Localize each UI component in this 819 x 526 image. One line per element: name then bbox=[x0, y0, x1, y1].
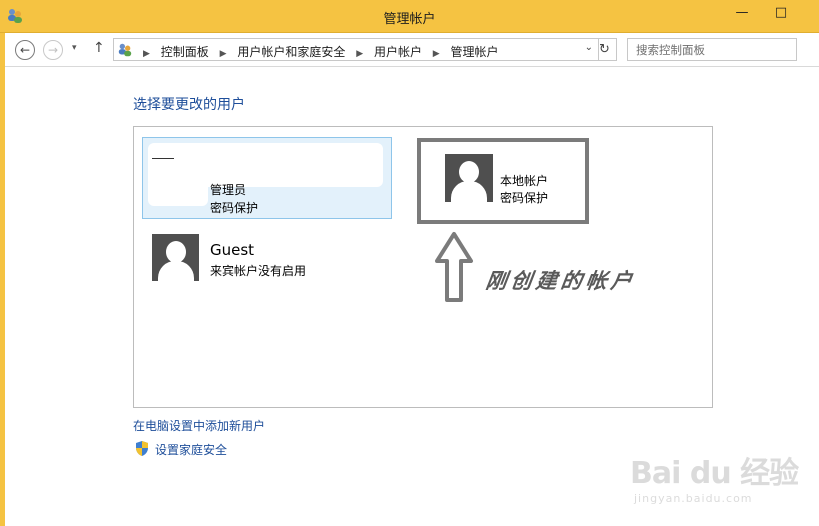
watermark-logo-text: Bai du 经验 bbox=[630, 456, 799, 491]
account-password-status: 密码保护 bbox=[210, 201, 259, 215]
recent-locations-button[interactable]: ▾ bbox=[72, 43, 77, 53]
annotation-text: 刚创建的帐户 bbox=[484, 268, 638, 293]
annotation-arrow-up-icon bbox=[435, 232, 473, 302]
watermark-url: jingyan.baidu.com bbox=[634, 492, 753, 505]
name-fragment bbox=[152, 158, 174, 159]
refresh-button[interactable]: ↻ bbox=[593, 38, 617, 61]
navigation-bar: ← → ▾ ↑ ▶ 控制面板 ▶ 用户帐户和家庭安全 ▶ 用户帐户 ▶ 管理帐户… bbox=[5, 33, 819, 67]
account-type: 本地帐户 bbox=[500, 174, 549, 188]
maximize-button[interactable]: □ bbox=[768, 2, 794, 24]
minimize-button[interactable]: — bbox=[729, 2, 755, 24]
account-password-status: 密码保护 bbox=[500, 191, 549, 205]
account-role: 管理员 bbox=[210, 183, 247, 197]
search-box[interactable] bbox=[627, 38, 797, 61]
address-dropdown-button[interactable]: ⌄ bbox=[585, 42, 593, 53]
accounts-panel: 管理员 密码保护 Guest 来宾帐户没有启用 本地帐户 密码保护 刚创建的帐户 bbox=[133, 126, 713, 408]
up-button[interactable]: ↑ bbox=[93, 40, 105, 56]
forward-button[interactable]: → bbox=[43, 40, 63, 60]
family-safety-link[interactable]: 设置家庭安全 bbox=[155, 441, 227, 458]
account-status: 来宾帐户没有启用 bbox=[210, 264, 307, 278]
breadcrumb-separator[interactable]: ▶ bbox=[143, 49, 150, 59]
account-tile-guest[interactable]: Guest 来宾帐户没有启用 bbox=[152, 234, 352, 284]
account-name: Guest bbox=[210, 241, 255, 259]
search-input[interactable] bbox=[628, 39, 796, 60]
uac-shield-icon bbox=[136, 441, 148, 456]
account-tile-administrator[interactable]: 管理员 密码保护 bbox=[142, 137, 392, 219]
window-frame-left bbox=[0, 33, 5, 526]
account-tile-local[interactable]: 本地帐户 密码保护 bbox=[417, 138, 589, 224]
user-silhouette-icon bbox=[152, 234, 199, 281]
user-silhouette-icon bbox=[445, 154, 493, 202]
back-button[interactable]: ← bbox=[15, 40, 35, 60]
window-title: 管理帐户 bbox=[383, 12, 436, 27]
users-control-panel-icon bbox=[118, 43, 132, 57]
breadcrumb-separator[interactable]: ▶ bbox=[356, 49, 363, 59]
breadcrumb-user-accounts[interactable]: 用户帐户 bbox=[374, 43, 422, 60]
breadcrumb-manage-accounts[interactable]: 管理帐户 bbox=[451, 43, 499, 60]
redacted-avatar-area bbox=[148, 178, 208, 206]
breadcrumb-separator[interactable]: ▶ bbox=[220, 49, 227, 59]
baidu-watermark: Bai du 经验 jingyan.baidu.com bbox=[630, 448, 800, 518]
page-heading: 选择要更改的用户 bbox=[133, 97, 245, 113]
breadcrumb-separator[interactable]: ▶ bbox=[433, 49, 440, 59]
breadcrumb-user-accounts-family-safety[interactable]: 用户帐户和家庭安全 bbox=[237, 43, 345, 60]
breadcrumb-control-panel[interactable]: 控制面板 bbox=[161, 43, 209, 60]
breadcrumb: ▶ 控制面板 ▶ 用户帐户和家庭安全 ▶ 用户帐户 ▶ 管理帐户 bbox=[136, 43, 499, 60]
title-bar: 管理帐户 — □ bbox=[0, 0, 819, 33]
add-new-user-link[interactable]: 在电脑设置中添加新用户 bbox=[133, 417, 265, 434]
address-bar[interactable]: ▶ 控制面板 ▶ 用户帐户和家庭安全 ▶ 用户帐户 ▶ 管理帐户 ⌄ bbox=[113, 38, 599, 61]
